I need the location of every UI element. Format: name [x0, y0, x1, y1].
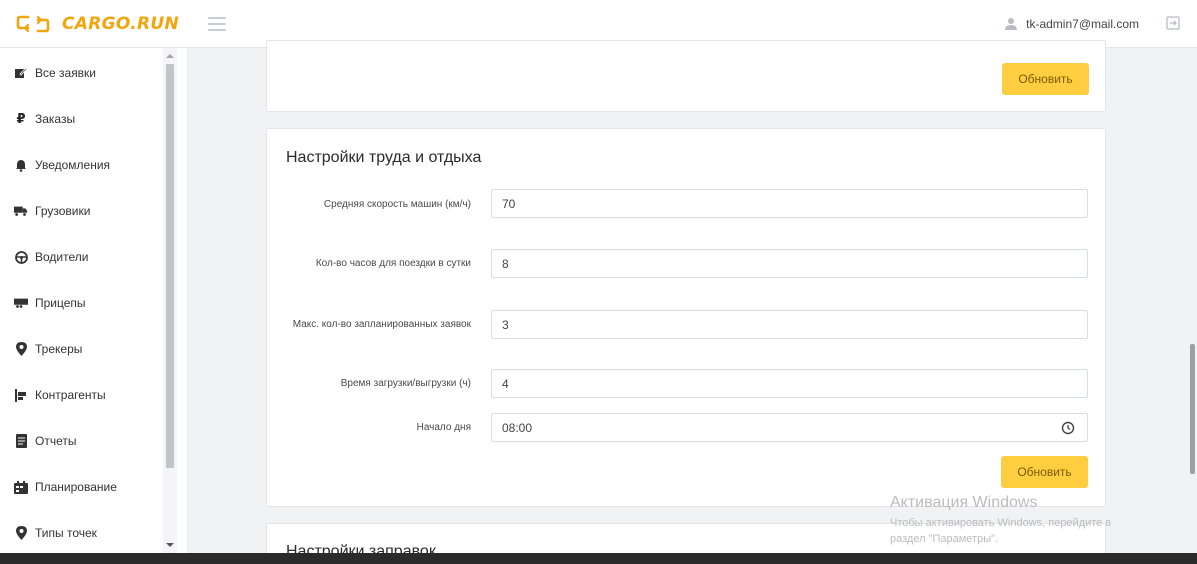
max-planned-requests-label: Макс. кол-во запланированных заявок — [292, 319, 471, 330]
trailer-icon — [14, 296, 28, 310]
truck-icon — [14, 204, 28, 218]
edit-icon — [14, 66, 28, 80]
sidebar-item-all-requests[interactable]: Все заявки — [14, 62, 96, 84]
scroll-up-icon[interactable] — [166, 54, 174, 58]
sidebar-item-contractors[interactable]: Контрагенты — [14, 384, 106, 406]
brand-name: CARGO.RUN — [62, 14, 180, 34]
sidebar-item-label: Все заявки — [35, 66, 97, 80]
brand-logo[interactable]: CARGO.RUN — [16, 12, 179, 36]
update-button[interactable]: Обновить — [1001, 456, 1088, 488]
logout-icon[interactable] — [1165, 15, 1181, 31]
hamburger-line-icon — [208, 17, 226, 19]
watermark-line: раздел "Параметры". — [890, 533, 999, 545]
sidebar-item-trucks[interactable]: Грузовики — [14, 200, 90, 222]
avg-speed-input[interactable] — [491, 189, 1088, 218]
sidebar-item-trailers[interactable]: Прицепы — [14, 292, 86, 314]
watermark-line: Чтобы активировать Windows, перейдите в — [890, 517, 1112, 529]
sidebar-item-reports[interactable]: Отчеты — [14, 430, 76, 452]
hamburger-line-icon — [208, 23, 226, 25]
loading-time-label: Время загрузки/выгрузки (ч) — [340, 378, 471, 389]
section-title: Настройки труда и отдыха — [286, 149, 482, 166]
avg-speed-label: Средняя скорость машин (км/ч) — [323, 199, 471, 210]
report-icon — [14, 434, 28, 448]
sidebar-item-orders[interactable]: ₽ Заказы — [14, 108, 75, 130]
sidebar-item-label: Планирование — [35, 480, 117, 494]
sidebar-item-trackers[interactable]: Трекеры — [14, 338, 82, 360]
loading-time-input[interactable] — [491, 369, 1088, 398]
hours-per-day-label: Кол-во часов для поездки в сутки — [315, 258, 471, 269]
sidebar-item-label: Отчеты — [35, 434, 77, 448]
page-scrollbar-thumb[interactable] — [1190, 344, 1195, 474]
map-marker-icon — [14, 526, 28, 540]
sidebar-item-planning[interactable]: Планирование — [14, 476, 117, 498]
day-start-label: Начало дня — [416, 422, 471, 433]
windows-activation-watermark: Активация Windows Чтобы активировать Win… — [890, 493, 1111, 547]
sidebar-item-notifications[interactable]: Уведомления — [14, 154, 110, 176]
user-menu[interactable]: tk-admin7@mail.com — [1004, 14, 1139, 34]
sidebar-item-point-types[interactable]: Типы точек — [14, 522, 97, 544]
steering-wheel-icon — [14, 250, 28, 264]
sidebar-item-drivers[interactable]: Водители — [14, 246, 88, 268]
ruble-icon: ₽ — [16, 111, 26, 126]
sidebar-scrollbar[interactable] — [163, 48, 177, 553]
scrollbar-thumb[interactable] — [166, 64, 174, 468]
day-start-time-input[interactable] — [491, 413, 1088, 442]
sidebar-item-label: Типы точек — [35, 526, 97, 540]
hours-per-day-input[interactable] — [491, 249, 1088, 278]
watermark-title: Активация Windows — [890, 494, 1038, 511]
sidebar-item-label: Трекеры — [35, 342, 83, 356]
calendar-icon — [14, 480, 28, 494]
taskbar-strip — [0, 553, 1197, 564]
sidebar-item-label: Грузовики — [35, 204, 91, 218]
sidebar-item-label: Водители — [35, 250, 89, 264]
user-email: tk-admin7@mail.com — [1026, 17, 1139, 31]
sidebar-item-label: Уведомления — [35, 158, 111, 172]
bell-icon — [14, 158, 28, 172]
sidebar-item-label: Заказы — [35, 112, 76, 126]
sidebar-item-label: Контрагенты — [35, 388, 106, 402]
settings-card-top: Обновить — [266, 40, 1106, 112]
contractors-icon — [14, 388, 28, 402]
sidebar-item-label: Прицепы — [35, 296, 86, 310]
hamburger-line-icon — [208, 29, 226, 31]
user-icon — [1005, 18, 1018, 30]
max-planned-requests-input[interactable] — [491, 310, 1088, 339]
scroll-down-icon[interactable] — [166, 543, 174, 547]
sidebar-nav: Все заявки ₽ Заказы Уведомления Грузовик… — [0, 48, 188, 553]
map-marker-icon — [14, 342, 28, 356]
cargo-logo-icon — [16, 15, 50, 33]
menu-toggle-button[interactable] — [208, 15, 226, 33]
clock-icon[interactable] — [1061, 421, 1075, 435]
update-button[interactable]: Обновить — [1002, 63, 1089, 95]
